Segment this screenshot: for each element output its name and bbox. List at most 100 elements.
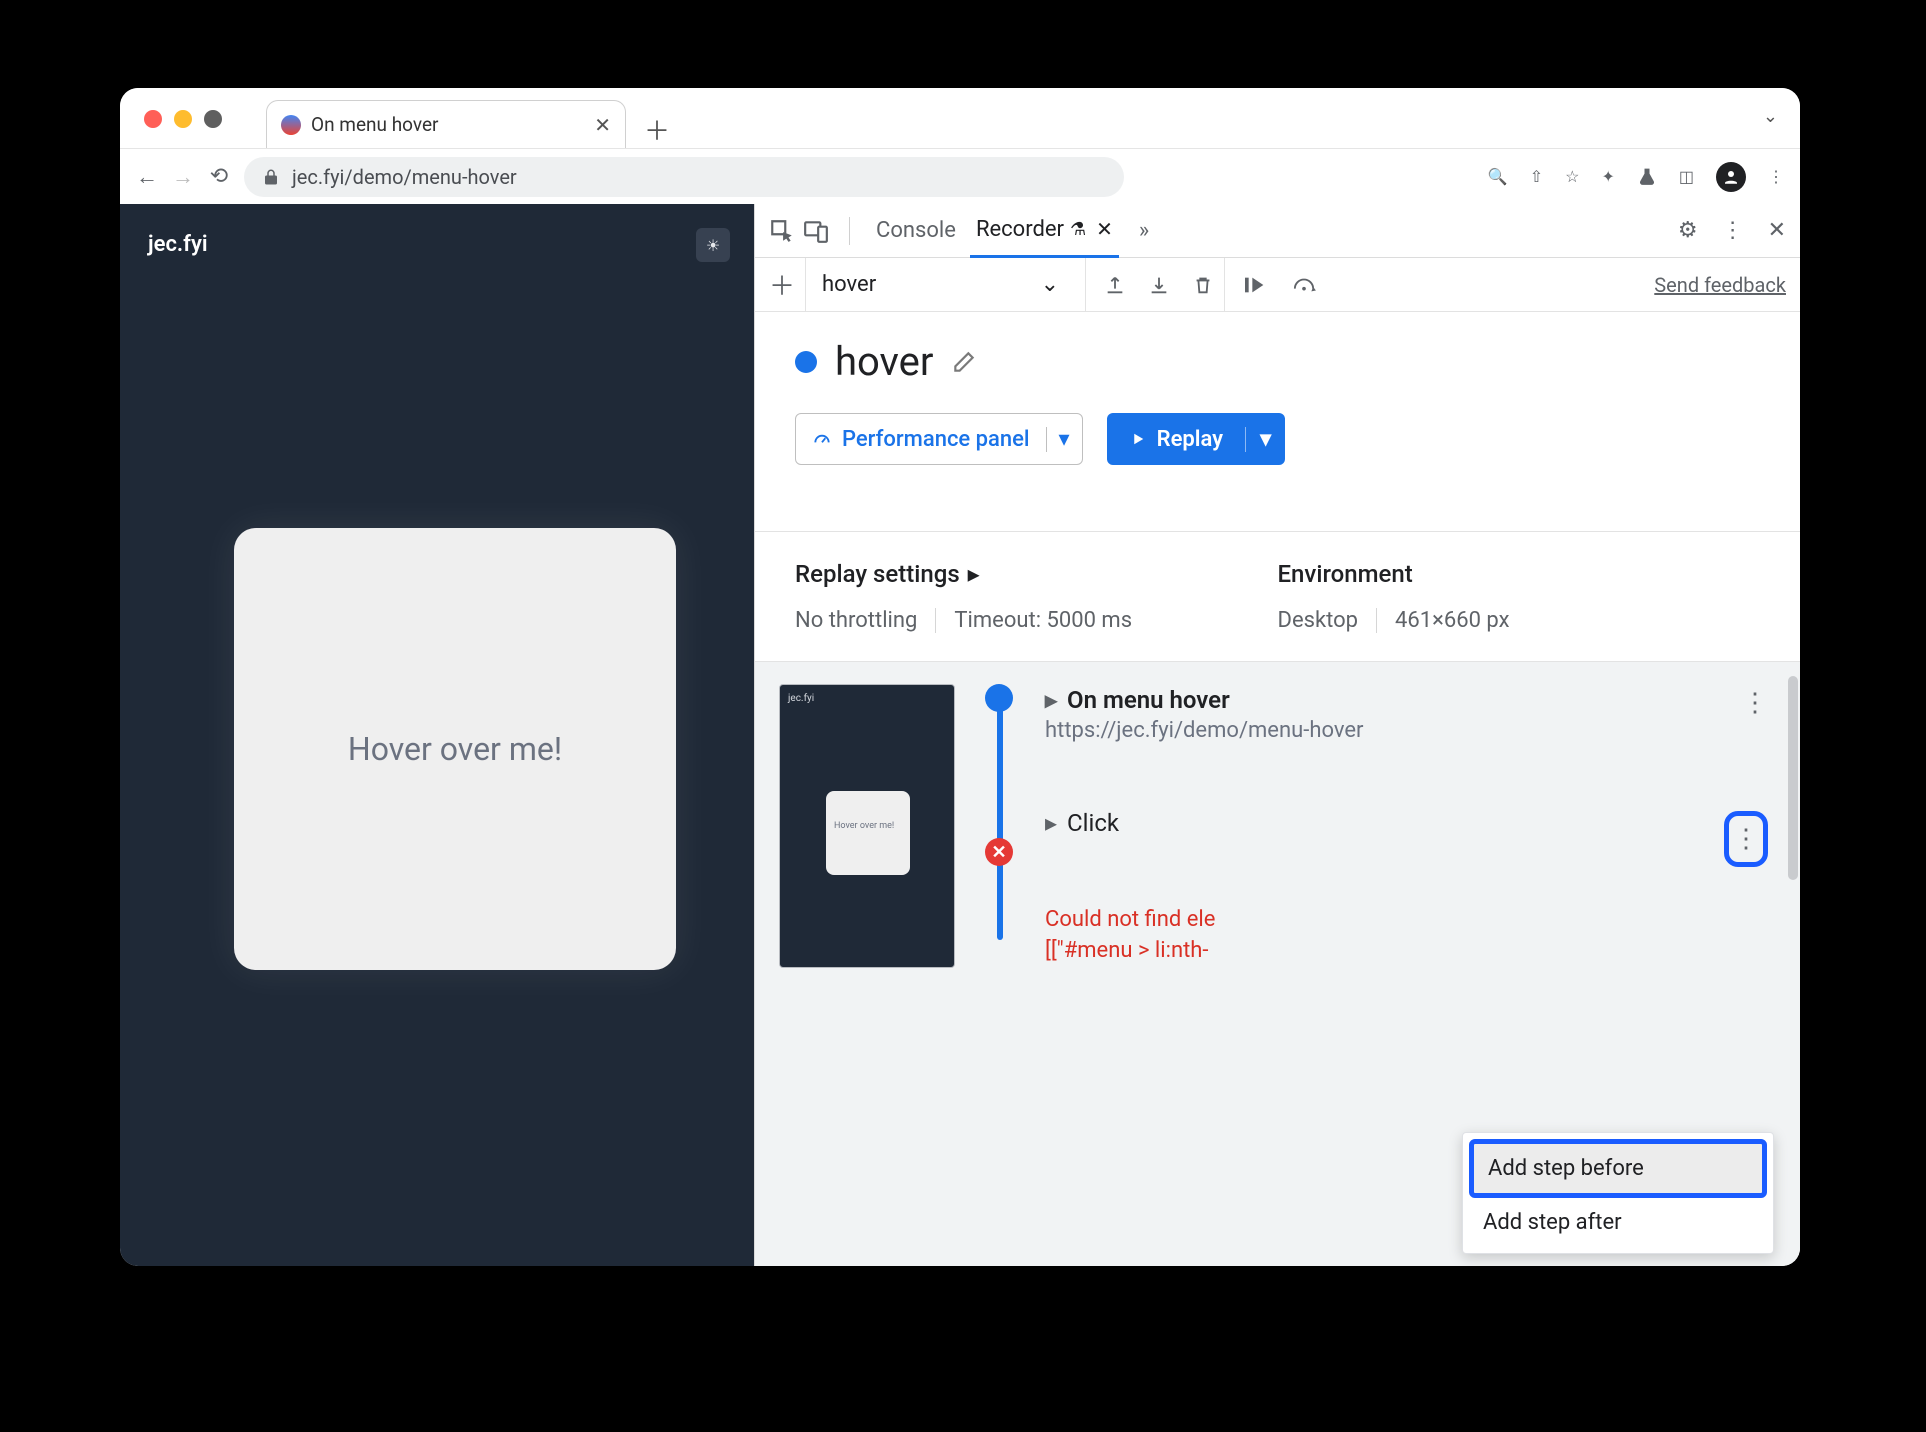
throttling-value: No throttling (795, 608, 917, 633)
step-menu-icon[interactable]: ⋮ (1742, 688, 1768, 718)
devtools-panel: Console Recorder ⚗ ✕ » ⚙ ⋮ ✕ ＋ hover ⌄ (754, 204, 1800, 1266)
share-icon[interactable]: ⇧ (1530, 167, 1543, 186)
replay-dropdown-icon[interactable]: ▾ (1245, 427, 1285, 452)
close-panel-icon[interactable]: ✕ (1096, 217, 1113, 241)
caret-right-icon: ▸ (1045, 809, 1057, 837)
hover-card-label: Hover over me! (348, 730, 562, 768)
profile-avatar-icon[interactable] (1716, 162, 1746, 192)
tab-strip: On menu hover ✕ ＋ ⌄ (120, 88, 1800, 148)
replay-label: Replay (1157, 427, 1223, 452)
tab-recorder[interactable]: Recorder ⚗ ✕ (970, 204, 1119, 258)
content-split: jec.fyi ☀ Hover over me! Console Recorde… (120, 204, 1800, 1266)
replay-settings-heading[interactable]: Replay settings ▸ (795, 560, 1278, 588)
labs-icon[interactable] (1637, 167, 1657, 187)
chevron-down-icon: ⌄ (1041, 272, 1059, 297)
replay-settings-label: Replay settings (795, 560, 960, 588)
thumb-brand: jec.fyi (788, 693, 814, 704)
extensions-icon[interactable]: ✦ (1601, 167, 1614, 186)
settings-gear-icon[interactable]: ⚙ (1678, 218, 1698, 243)
step-context-menu: Add step before Add step after (1462, 1132, 1774, 1254)
url-text: jec.fyi/demo/menu-hover (292, 165, 517, 189)
caret-right-icon: ▸ (968, 560, 980, 588)
step-menu-icon[interactable]: ⋮ (1724, 811, 1768, 867)
address-bar[interactable]: jec.fyi/demo/menu-hover (244, 157, 1124, 197)
device-toolbar-icon[interactable] (803, 218, 829, 244)
page-content: jec.fyi ☀ Hover over me! (120, 204, 754, 1266)
lock-icon (262, 168, 280, 186)
recording-header: hover Performance panel ▾ Rep (755, 312, 1800, 491)
timeout-value: Timeout: 5000 ms (935, 608, 1132, 633)
step-click[interactable]: ▸ Click ⋮ (1029, 807, 1776, 859)
recording-settings: Replay settings ▸ No throttling Timeout:… (755, 531, 1800, 662)
forward-icon: → (172, 164, 194, 190)
step-title: Click (1067, 809, 1119, 837)
menu-add-step-after[interactable]: Add step after (1469, 1198, 1767, 1247)
theme-toggle-button[interactable]: ☀ (696, 228, 730, 262)
gauge-icon (812, 429, 832, 449)
step-thumbnail[interactable]: jec.fyi Hover over me! (779, 684, 955, 968)
timeline-line (997, 696, 1003, 940)
recording-name: hover (835, 338, 933, 385)
import-icon[interactable] (1148, 274, 1170, 296)
step-dot-error-icon: ✕ (985, 838, 1013, 866)
menu-add-step-before[interactable]: Add step before (1469, 1139, 1767, 1198)
performance-panel-label: Performance panel (842, 427, 1030, 452)
tab-recorder-label: Recorder (976, 217, 1064, 242)
maximize-window-icon[interactable] (204, 110, 222, 128)
back-icon[interactable]: ← (136, 164, 158, 190)
performance-panel-button[interactable]: Performance panel ▾ (795, 413, 1083, 465)
viewport-value: 461×660 px (1376, 608, 1510, 633)
caret-right-icon: ▸ (1045, 686, 1057, 714)
tab-title: On menu hover (311, 113, 584, 136)
thumb-card-label: Hover over me! (834, 821, 894, 831)
minimize-window-icon[interactable] (174, 110, 192, 128)
browser-menu-icon[interactable]: ⋮ (1768, 167, 1784, 186)
close-devtools-icon[interactable]: ✕ (1768, 218, 1786, 243)
favicon-icon (281, 115, 301, 135)
reload-icon[interactable]: ⟲ (208, 164, 230, 189)
environment-label: Environment (1278, 560, 1413, 588)
browser-window: On menu hover ✕ ＋ ⌄ ← → ⟲ jec.fyi/demo/m… (120, 88, 1800, 1266)
recording-selector-value: hover (822, 272, 876, 297)
browser-toolbar: ← → ⟲ jec.fyi/demo/menu-hover 🔍 ⇧ ☆ ✦ ◫ … (120, 148, 1800, 204)
window-controls (144, 110, 222, 128)
edit-name-icon[interactable] (951, 349, 977, 375)
error-line: Could not find ele (1045, 907, 1215, 932)
scrollbar[interactable] (1788, 676, 1798, 880)
step-navigate[interactable]: ▸ On menu hover https://jec.fyi/demo/men… (1029, 684, 1776, 765)
tabs-menu-icon[interactable]: ⌄ (1763, 106, 1778, 127)
hover-card[interactable]: Hover over me! (234, 528, 676, 970)
delete-icon[interactable] (1192, 274, 1214, 296)
toolbar-actions: 🔍 ⇧ ☆ ✦ ◫ ⋮ (1488, 162, 1784, 192)
tab-console[interactable]: Console (870, 218, 962, 243)
inspect-element-icon[interactable] (769, 218, 795, 244)
bookmark-icon[interactable]: ☆ (1565, 167, 1579, 186)
separator (849, 217, 850, 245)
devtools-menu-icon[interactable]: ⋮ (1722, 218, 1744, 243)
close-window-icon[interactable] (144, 110, 162, 128)
timeline: ✕ ▸ On menu hover https://jec.fyi/demo/m… (985, 684, 1776, 968)
flask-icon: ⚗ (1070, 219, 1086, 240)
zoom-icon[interactable]: 🔍 (1488, 167, 1508, 186)
step-title: On menu hover (1067, 686, 1230, 714)
export-icon[interactable] (1104, 274, 1126, 296)
step-error: Could not find ele [["#menu > li:nth- (1045, 905, 1776, 967)
side-panel-icon[interactable]: ◫ (1679, 167, 1694, 186)
error-line: [["#menu > li:nth- (1045, 938, 1209, 963)
perf-dropdown-icon[interactable]: ▾ (1046, 427, 1082, 452)
slow-replay-icon[interactable] (1291, 274, 1317, 296)
recorder-toolbar: ＋ hover ⌄ Send feedback (755, 258, 1800, 312)
browser-tab[interactable]: On menu hover ✕ (266, 100, 626, 148)
more-tabs-icon[interactable]: » (1139, 218, 1149, 243)
device-value: Desktop (1278, 608, 1359, 633)
close-tab-icon[interactable]: ✕ (594, 113, 611, 137)
recording-status-dot-icon (795, 351, 817, 373)
new-tab-button[interactable]: ＋ (644, 111, 670, 148)
environment-heading: Environment (1278, 560, 1761, 588)
play-icon (1129, 430, 1147, 448)
recording-selector[interactable]: hover ⌄ (805, 258, 1075, 311)
send-feedback-link[interactable]: Send feedback (1654, 273, 1786, 297)
new-recording-icon[interactable]: ＋ (769, 266, 795, 303)
replay-button[interactable]: Replay ▾ (1107, 413, 1286, 465)
step-over-icon[interactable] (1243, 274, 1269, 296)
